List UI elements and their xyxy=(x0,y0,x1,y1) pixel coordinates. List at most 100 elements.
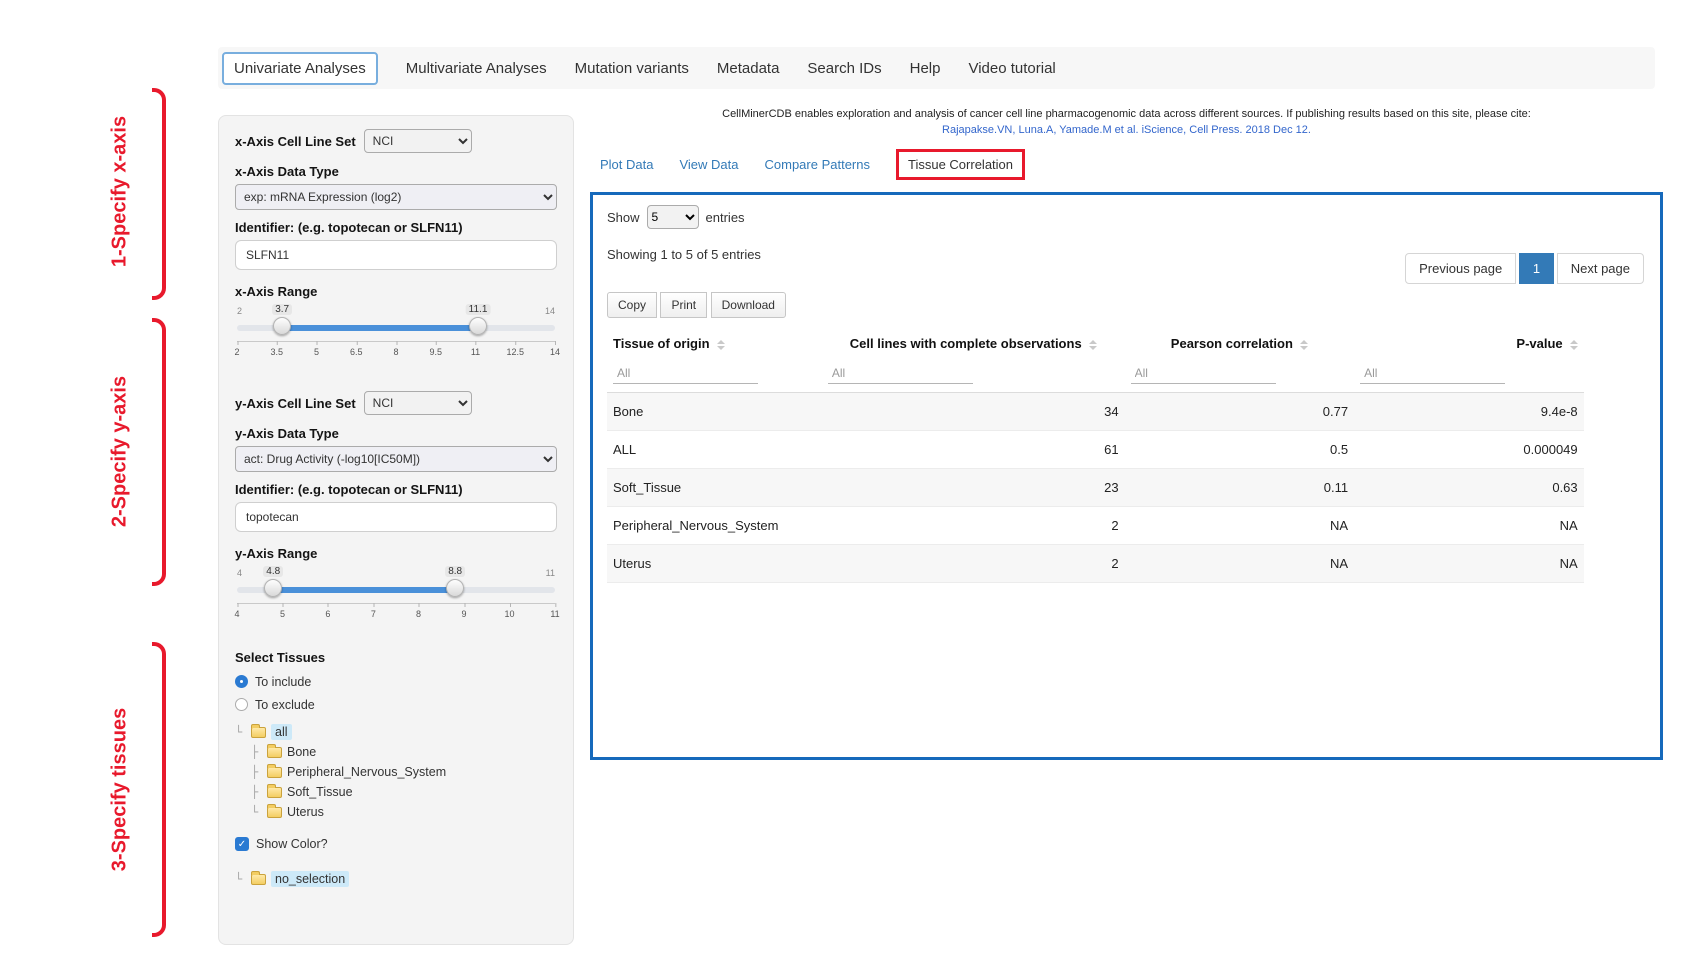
analysis-subtabs: Plot Data View Data Compare Patterns Tis… xyxy=(600,148,1025,180)
filter-p-value-input[interactable] xyxy=(1360,363,1505,384)
filter-cell-lines-input[interactable] xyxy=(828,363,973,384)
axis-tick: 9 xyxy=(462,609,467,619)
column-header-pearson-correlation[interactable]: Pearson correlation xyxy=(1125,326,1355,361)
column-header-p-value[interactable]: P-value xyxy=(1354,326,1584,361)
cell-count: 61 xyxy=(822,431,1125,469)
x-data-type-label: x-Axis Data Type xyxy=(235,164,557,179)
x-range-handle-low[interactable] xyxy=(273,317,291,335)
cell-count: 2 xyxy=(822,507,1125,545)
table-filter-row xyxy=(607,361,1584,393)
annotation-step2-bracket xyxy=(152,318,166,586)
tree-node-all[interactable]: └ all xyxy=(235,722,557,742)
y-range-axis xyxy=(237,603,555,604)
subtab-view-data[interactable]: View Data xyxy=(679,157,738,172)
cell-pearson: 0.11 xyxy=(1125,469,1355,507)
annotation-step1-bracket xyxy=(152,88,166,300)
cell-p-value: NA xyxy=(1354,545,1584,583)
filter-tissue-input[interactable] xyxy=(613,363,758,384)
x-cell-line-set-label: x-Axis Cell Line Set xyxy=(235,134,356,149)
include-radio[interactable] xyxy=(235,675,248,688)
next-page-button[interactable]: Next page xyxy=(1557,253,1644,284)
axis-tick: 5 xyxy=(280,609,285,619)
y-range-label: y-Axis Range xyxy=(235,546,557,561)
y-range-handle-low[interactable] xyxy=(264,579,282,597)
select-tissues-label: Select Tissues xyxy=(235,650,557,665)
y-identifier-input[interactable] xyxy=(235,502,557,532)
tab-help[interactable]: Help xyxy=(910,60,941,77)
tree-node-peripheral-nervous-system[interactable]: ├ Peripheral_Nervous_System xyxy=(235,762,557,782)
tree-node-no-selection-label: no_selection xyxy=(271,871,349,887)
tree-node-no-selection[interactable]: └ no_selection xyxy=(235,869,557,889)
exclude-radio[interactable] xyxy=(235,698,248,711)
show-label: Show xyxy=(607,210,640,225)
tab-mutation-variants[interactable]: Mutation variants xyxy=(575,60,689,77)
folder-icon xyxy=(267,807,282,818)
subtab-plot-data[interactable]: Plot Data xyxy=(600,157,653,172)
previous-page-button[interactable]: Previous page xyxy=(1405,253,1516,284)
show-color-checkbox[interactable]: ✓ xyxy=(235,837,249,851)
sort-icon xyxy=(1089,340,1097,350)
cell-pearson: 0.77 xyxy=(1125,393,1355,431)
tree-node-bone[interactable]: ├ Bone xyxy=(235,742,557,762)
folder-icon xyxy=(267,767,282,778)
y-cell-line-set-select[interactable]: NCI xyxy=(364,391,472,415)
x-range-to-value: 11.1 xyxy=(466,304,491,315)
table-header-row: Tissue of origin Cell lines with complet… xyxy=(607,326,1584,361)
column-header-cell-lines[interactable]: Cell lines with complete observations xyxy=(822,326,1125,361)
tab-video-tutorial[interactable]: Video tutorial xyxy=(968,60,1055,77)
axis-tick: 6.5 xyxy=(350,347,363,357)
top-navbar: Univariate Analyses Multivariate Analyse… xyxy=(218,47,1655,89)
y-data-type-label: y-Axis Data Type xyxy=(235,426,557,441)
cell-p-value: NA xyxy=(1354,507,1584,545)
axis-tick: 9.5 xyxy=(429,347,442,357)
axis-tick: 8 xyxy=(393,347,398,357)
column-header-tissue-of-origin[interactable]: Tissue of origin xyxy=(607,326,822,361)
x-range-handle-high[interactable] xyxy=(469,317,487,335)
copy-button[interactable]: Copy xyxy=(607,292,657,318)
filter-pearson-input[interactable] xyxy=(1131,363,1276,384)
cell-p-value: 0.000049 xyxy=(1354,431,1584,469)
y-range-selected-bar xyxy=(273,587,455,593)
y-range-handle-high[interactable] xyxy=(446,579,464,597)
page-1-button[interactable]: 1 xyxy=(1519,253,1554,284)
print-button[interactable]: Print xyxy=(660,292,707,318)
x-identifier-input[interactable] xyxy=(235,240,557,270)
sort-icon xyxy=(1570,340,1578,350)
cell-count: 34 xyxy=(822,393,1125,431)
axis-tick: 2 xyxy=(234,347,239,357)
axis-tick: 11 xyxy=(550,609,559,619)
show-color-row[interactable]: ✓ Show Color? xyxy=(235,832,557,855)
tree-node-soft-tissue[interactable]: ├ Soft_Tissue xyxy=(235,782,557,802)
y-range-to-value: 8.8 xyxy=(445,566,465,577)
y-cell-line-set-label: y-Axis Cell Line Set xyxy=(235,396,356,411)
page-length-select[interactable]: 5 xyxy=(647,205,699,229)
tree-connector: └ xyxy=(235,725,248,739)
exclude-radio-row[interactable]: To exclude xyxy=(235,693,557,716)
x-cell-line-set-select[interactable]: NCI xyxy=(364,129,472,153)
tab-multivariate-analyses[interactable]: Multivariate Analyses xyxy=(406,60,547,77)
y-data-type-select[interactable]: act: Drug Activity (-log10[IC50M]) xyxy=(235,446,557,472)
cell-count: 23 xyxy=(822,469,1125,507)
subtab-tissue-correlation[interactable]: Tissue Correlation xyxy=(896,149,1025,180)
table-row: Soft_Tissue 23 0.11 0.63 xyxy=(607,469,1584,507)
tab-search-ids[interactable]: Search IDs xyxy=(807,60,881,77)
x-identifier-label: Identifier: (e.g. topotecan or SLFN11) xyxy=(235,220,557,235)
include-radio-label: To include xyxy=(255,675,311,689)
citation-link[interactable]: Rajapakse.VN, Luna.A, Yamade.M et al. iS… xyxy=(590,123,1663,139)
y-range-from-value: 4.8 xyxy=(263,566,283,577)
tab-univariate-analyses[interactable]: Univariate Analyses xyxy=(222,52,378,85)
download-button[interactable]: Download xyxy=(711,292,786,318)
subtab-compare-patterns[interactable]: Compare Patterns xyxy=(765,157,871,172)
table-row: Bone 34 0.77 9.4e-8 xyxy=(607,393,1584,431)
citation-block: CellMinerCDB enables exploration and ana… xyxy=(590,107,1663,139)
include-radio-row[interactable]: To include xyxy=(235,670,557,693)
tree-node-soft-tissue-label: Soft_Tissue xyxy=(287,785,353,799)
cell-tissue: Uterus xyxy=(607,545,822,583)
x-data-type-select[interactable]: exp: mRNA Expression (log2) xyxy=(235,184,557,210)
sort-icon xyxy=(717,340,725,350)
axis-tick: 8 xyxy=(416,609,421,619)
y-range-slider: 4 11 4.8 8.8 4 5 6 7 8 9 10 11 xyxy=(237,566,555,624)
tab-metadata[interactable]: Metadata xyxy=(717,60,780,77)
tree-connector: └ xyxy=(235,872,248,886)
tree-node-uterus[interactable]: └ Uterus xyxy=(235,802,557,822)
